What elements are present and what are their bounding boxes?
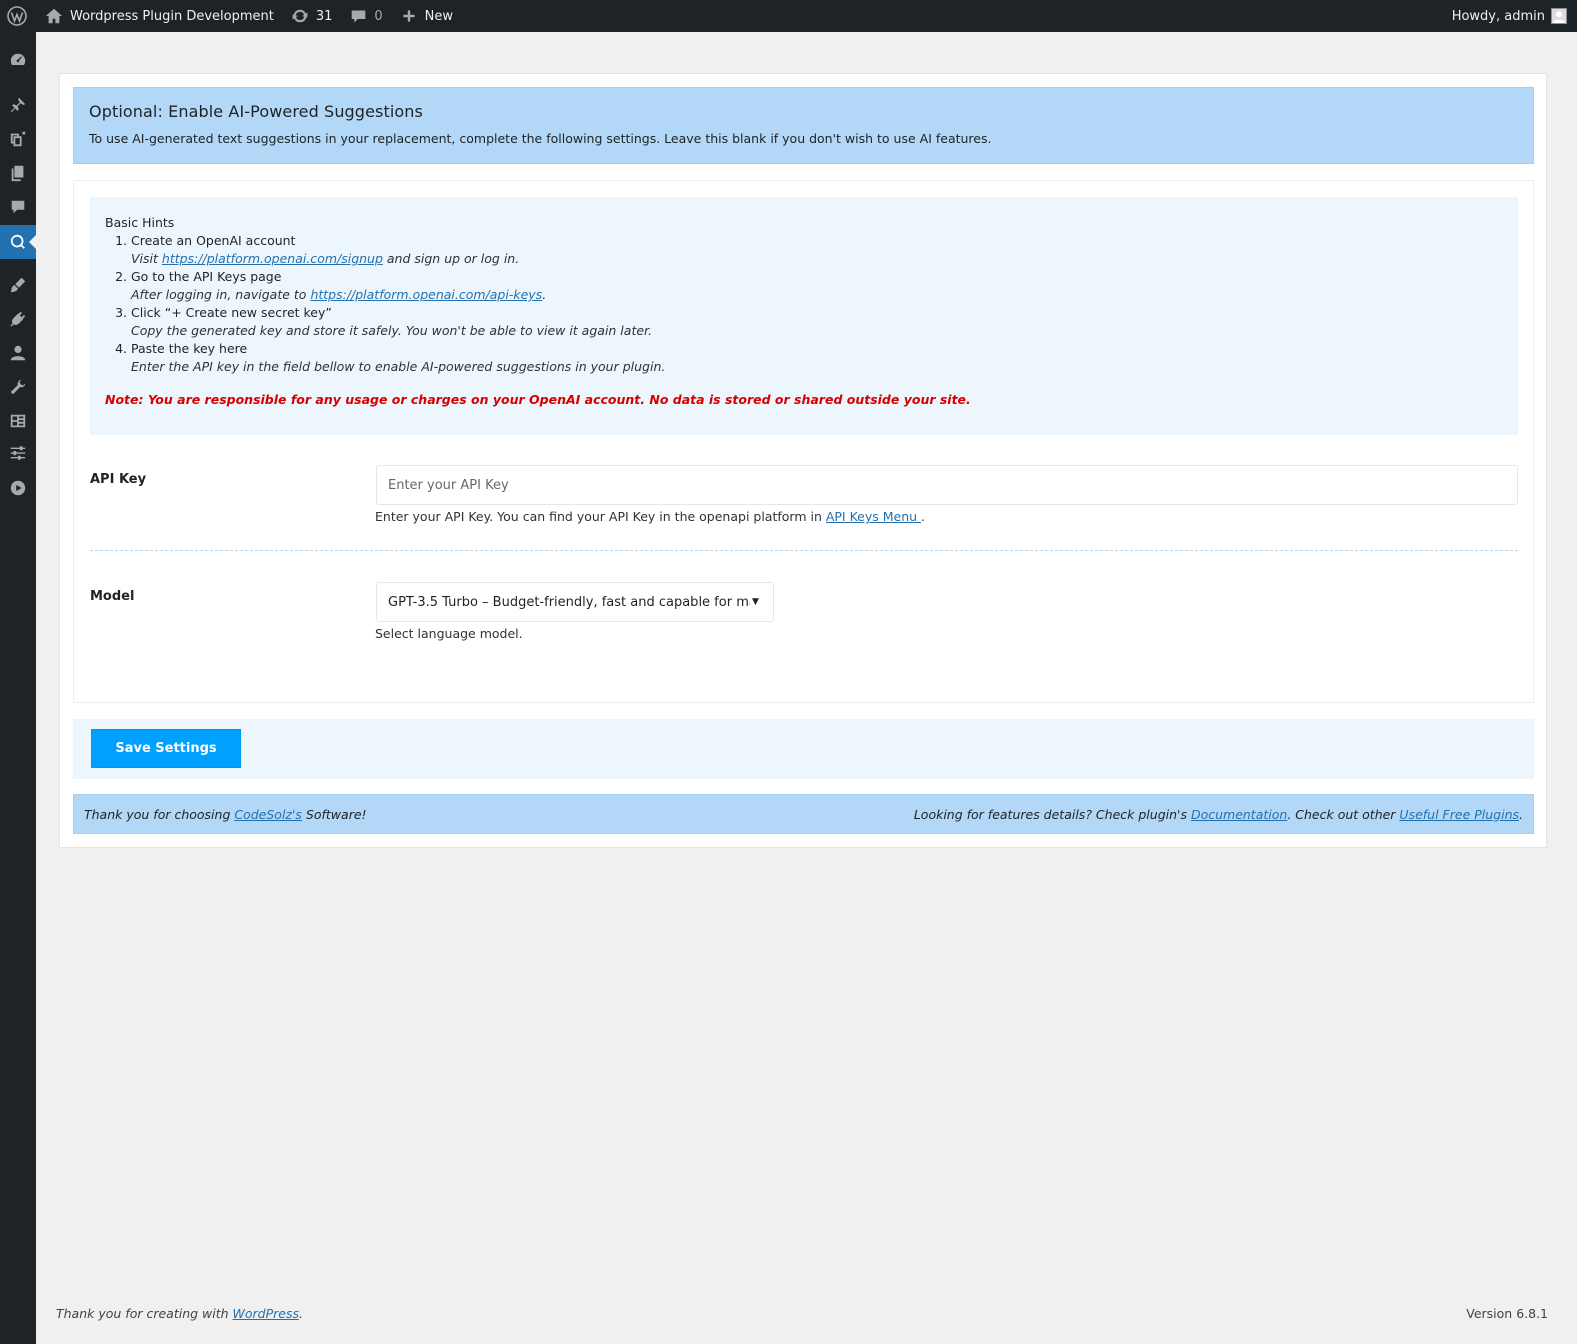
api-key-label: API Key — [90, 472, 147, 487]
plugin-footer-left: Thank you for choosing CodeSolz's Softwa… — [84, 806, 367, 822]
hints-title: Basic Hints — [105, 215, 175, 230]
admin-sidebar — [0, 32, 36, 1344]
media-icon — [10, 131, 26, 147]
updates-link[interactable]: 31 — [282, 0, 341, 32]
sidebar-item-plugins[interactable] — [0, 302, 36, 336]
openai-signup-link[interactable]: https://platform.openai.com/signup — [162, 251, 383, 266]
wp-footer-thankyou: Thank you for creating with WordPress. — [56, 1306, 303, 1321]
documentation-link[interactable]: Documentation — [1191, 807, 1287, 822]
settings-form: Basic Hints Create an OpenAI account Vis… — [73, 180, 1534, 703]
site-name-link[interactable]: Wordpress Plugin Development — [36, 0, 282, 32]
howdy-text: Howdy, admin — [1451, 8, 1545, 24]
api-keys-menu-link[interactable]: API Keys Menu — [826, 509, 921, 524]
sidebar-item-settings[interactable] — [0, 404, 36, 438]
site-name: Wordpress Plugin Development — [70, 8, 274, 24]
sidebar-item-users[interactable] — [0, 336, 36, 370]
plus-icon — [399, 6, 419, 26]
updates-icon — [290, 6, 310, 26]
hints-list: Create an OpenAI account Visit https://p… — [131, 232, 1503, 376]
hint-step-title: Click “+ Create new secret key” — [131, 305, 332, 320]
sidebar-item-sliders[interactable] — [0, 436, 36, 470]
updates-count: 31 — [315, 8, 333, 24]
home-icon — [44, 6, 64, 26]
hint-step-title: Go to the API Keys page — [131, 269, 282, 284]
hint-step-title: Create an OpenAI account — [131, 233, 296, 248]
pages-icon — [11, 165, 24, 182]
sidebar-item-tools[interactable] — [0, 370, 36, 404]
hint-step-desc: Enter the API key in the field bellow to… — [131, 359, 666, 374]
sidebar-item-dashboard[interactable] — [0, 43, 36, 77]
play-icon — [10, 480, 26, 496]
settings-panel: Optional: Enable AI-Powered Suggestions … — [59, 73, 1547, 848]
wordpress-link[interactable]: WordPress — [233, 1306, 299, 1321]
avatar — [1551, 8, 1567, 24]
wordpress-logo-icon — [7, 6, 27, 26]
comments-count: 0 — [374, 8, 383, 24]
comment-icon — [348, 6, 368, 26]
users-icon — [10, 345, 26, 361]
api-key-description: Enter your API Key. You can find your AP… — [375, 509, 926, 524]
hint-step-title: Paste the key here — [131, 341, 248, 356]
sidebar-item-pages[interactable] — [0, 156, 36, 190]
wp-logo-menu[interactable] — [0, 0, 36, 32]
comments-icon — [11, 200, 25, 214]
sidebar-item-search-replace[interactable] — [0, 225, 36, 259]
sidebar-item-media-player[interactable] — [0, 471, 36, 505]
appearance-icon — [10, 277, 26, 293]
search-replace-icon — [10, 234, 25, 249]
sidebar-item-media[interactable] — [0, 122, 36, 156]
hint-step-desc: After logging in, navigate to https://pl… — [131, 287, 547, 302]
settings-icon — [10, 414, 26, 428]
model-description: Select language model. — [375, 626, 523, 641]
sidebar-item-appearance[interactable] — [0, 268, 36, 302]
comments-link[interactable]: 0 — [340, 0, 390, 32]
openai-api-keys-link[interactable]: https://platform.openai.com/api-keys — [310, 287, 542, 302]
my-account-link[interactable]: Howdy, admin — [1444, 0, 1577, 32]
hint-step: Create an OpenAI account Visit https://p… — [131, 232, 1503, 268]
usage-note: Note: You are responsible for any usage … — [105, 392, 971, 407]
codesolz-link[interactable]: CodeSolz's — [234, 807, 302, 822]
plugins-icon — [10, 311, 26, 327]
hint-step: Paste the key here Enter the API key in … — [131, 340, 1503, 376]
notice-title: Optional: Enable AI-Powered Suggestions — [89, 102, 423, 121]
dropdown-arrow-icon: ▼ — [752, 597, 759, 607]
divider — [90, 550, 1518, 551]
sidebar-item-posts[interactable] — [0, 88, 36, 122]
api-key-input[interactable] — [376, 465, 1518, 505]
model-selected-value: GPT-3.5 Turbo – Budget-friendly, fast an… — [388, 594, 750, 610]
new-label: New — [424, 8, 454, 24]
plugin-footer-right: Looking for features details? Check plug… — [913, 806, 1523, 822]
basic-hints-box: Basic Hints Create an OpenAI account Vis… — [90, 197, 1518, 435]
hint-step: Click “+ Create new secret key” Copy the… — [131, 304, 1503, 340]
tools-icon — [10, 379, 26, 395]
ai-notice: Optional: Enable AI-Powered Suggestions … — [73, 87, 1534, 164]
save-bar: Save Settings — [73, 719, 1534, 779]
admin-bar: Wordpress Plugin Development 31 0 New Ho… — [0, 0, 1577, 32]
notice-text: To use AI-generated text suggestions in … — [89, 131, 992, 146]
hint-step-desc: Visit https://platform.openai.com/signup… — [131, 251, 520, 266]
model-select[interactable]: GPT-3.5 Turbo – Budget-friendly, fast an… — [376, 582, 774, 622]
useful-free-plugins-link[interactable]: Useful Free Plugins — [1399, 807, 1519, 822]
sidebar-item-comments[interactable] — [0, 190, 36, 224]
sliders-icon — [10, 446, 26, 460]
pin-icon — [10, 97, 26, 113]
plugin-footer: Thank you for choosing CodeSolz's Softwa… — [73, 794, 1534, 834]
hint-step: Go to the API Keys page After logging in… — [131, 268, 1503, 304]
new-content-link[interactable]: New — [391, 0, 461, 32]
model-label: Model — [90, 589, 135, 604]
hint-step-desc: Copy the generated key and store it safe… — [131, 323, 652, 338]
dashboard-icon — [10, 53, 26, 65]
wp-version: Version 6.8.1 — [1466, 1306, 1548, 1321]
save-settings-button[interactable]: Save Settings — [91, 729, 241, 768]
